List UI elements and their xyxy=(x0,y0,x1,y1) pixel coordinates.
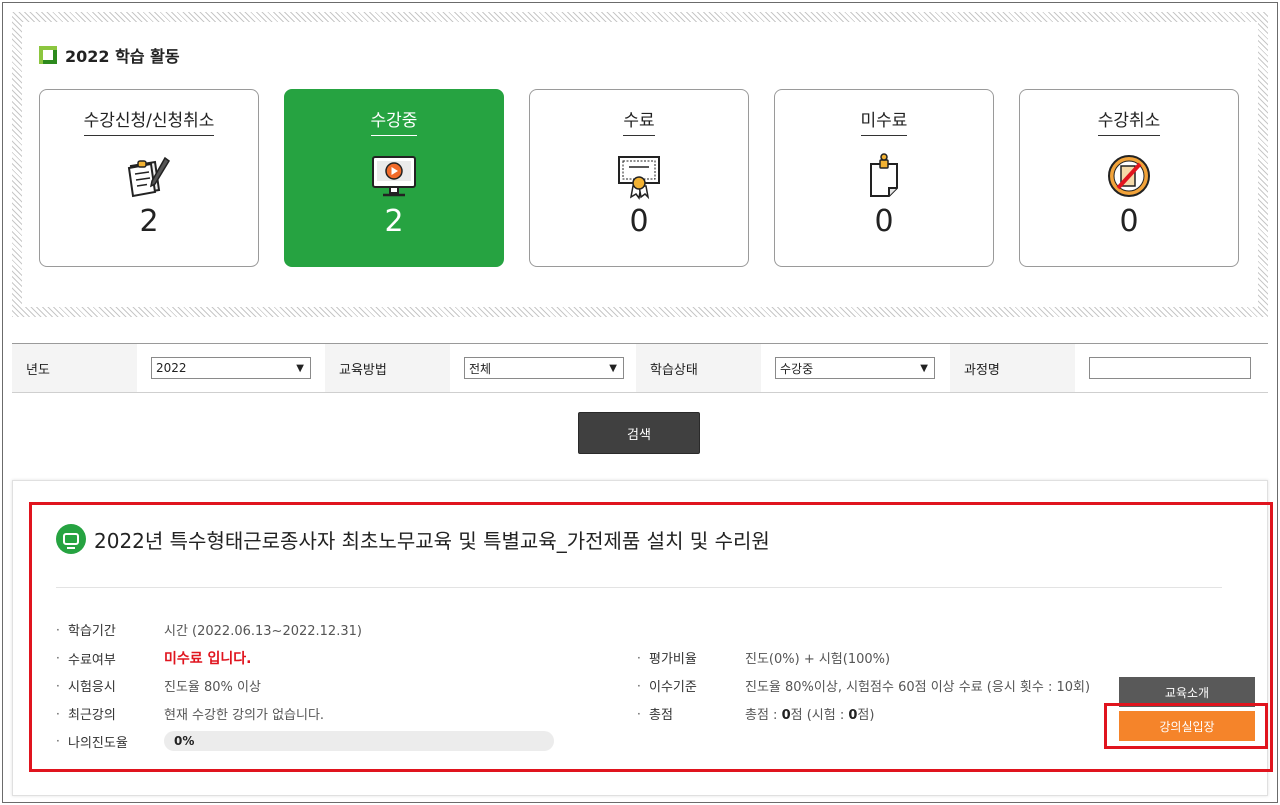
course-divider xyxy=(56,587,1222,588)
monitor-play-icon xyxy=(372,156,416,197)
bullet-icon: · xyxy=(56,706,60,721)
method-label: 교육방법 xyxy=(325,344,450,392)
chevron-down-icon: ▼ xyxy=(609,362,617,374)
completion-status: 미수료 입니다. xyxy=(164,651,252,667)
status-label: 학습상태 xyxy=(636,344,761,392)
learning-activity-inner: 2022 학습 활동 수강신청/신청취소 2 수강중 2 수료 0 미수료 0 … xyxy=(22,22,1258,307)
status-select[interactable]: 수강중 ▼ xyxy=(775,357,935,379)
course-name-input[interactable] xyxy=(1089,357,1251,379)
info-ratio: · 평가비율 진도(0%) + 시험(100%) xyxy=(637,648,891,668)
bullet-icon: · xyxy=(56,734,60,748)
card-in-progress[interactable]: 수강중 2 xyxy=(284,89,504,267)
info-label: 평가비율 xyxy=(649,652,697,667)
bullet-icon: · xyxy=(637,678,641,693)
info-total: · 총점 총점 : 0점 (시험 : 0점) xyxy=(637,704,874,724)
learning-activity-panel: 2022 학습 활동 수강신청/신청취소 2 수강중 2 수료 0 미수료 0 … xyxy=(12,12,1268,317)
info-recent: · 최근강의 현재 수강한 강의가 없습니다. xyxy=(56,704,325,724)
chevron-down-icon: ▼ xyxy=(920,362,928,374)
card-label: 수강취소 xyxy=(1097,106,1161,136)
total-suffix: 점) xyxy=(857,708,875,723)
activity-title-text: 2022 학습 활동 xyxy=(65,47,180,66)
card-completed[interactable]: 수료 0 xyxy=(529,89,749,267)
method-select[interactable]: 전체 ▼ xyxy=(464,357,624,379)
info-label: 나의진도율 xyxy=(68,735,128,751)
info-value: 시간 (2022.06.13~2022.12.31) xyxy=(164,624,362,639)
card-count: 0 xyxy=(629,204,649,239)
total-prefix: 총점 : xyxy=(745,708,782,723)
info-label: 시험응시 xyxy=(68,680,116,695)
monitor-icon xyxy=(56,524,86,554)
bullet-icon: · xyxy=(56,622,60,637)
bullet-icon: · xyxy=(637,706,641,721)
certificate-icon xyxy=(618,156,660,200)
info-value: 진도(0%) + 시험(100%) xyxy=(745,652,891,667)
card-label: 미수료 xyxy=(860,106,908,136)
bullet-icon: · xyxy=(56,651,60,665)
info-label: 이수기준 xyxy=(649,680,697,695)
search-button[interactable]: 검색 xyxy=(578,412,700,454)
cancel-book-icon xyxy=(1108,155,1150,197)
card-applied[interactable]: 수강신청/신청취소 2 xyxy=(39,89,259,267)
course-title: 2022년 특수형태근로종사자 최초노무교육 및 특별교육_가전제품 설치 및 … xyxy=(56,524,770,554)
info-value: 진도율 80%이상, 시험점수 60점 이상 수료 (응시 횟수 : 10회) xyxy=(745,680,1091,695)
year-label: 년도 xyxy=(12,344,137,392)
method-select-value: 전체 xyxy=(469,361,492,376)
activity-cards: 수강신청/신청취소 2 수강중 2 수료 0 미수료 0 수강취소 0 xyxy=(39,89,1239,267)
info-value: 총점 : 0점 (시험 : 0점) xyxy=(745,704,874,723)
activity-title: 2022 학습 활동 xyxy=(39,43,180,67)
progress-value: 0% xyxy=(174,734,195,748)
year-field: 2022 ▼ xyxy=(137,344,325,392)
enter-classroom-button[interactable]: 강의실입장 xyxy=(1119,711,1255,741)
card-label: 수강신청/신청취소 xyxy=(83,106,215,136)
card-count: 0 xyxy=(874,204,894,239)
status-select-value: 수강중 xyxy=(780,361,814,376)
card-label: 수료 xyxy=(623,106,655,136)
bullet-icon: · xyxy=(637,650,641,665)
total-score: 0 xyxy=(781,708,791,723)
info-label: 학습기간 xyxy=(68,624,116,639)
info-exam: · 시험응시 진도율 80% 이상 xyxy=(56,676,261,696)
year-select-value: 2022 xyxy=(156,361,187,375)
info-label: 수료여부 xyxy=(68,652,116,668)
status-field: 수강중 ▼ xyxy=(761,344,950,392)
progress-bar: 0% xyxy=(164,731,554,751)
card-count: 2 xyxy=(384,204,404,239)
info-value: 진도율 80% 이상 xyxy=(164,680,261,695)
card-count: 2 xyxy=(139,204,159,239)
info-progress: · 나의진도율 0% xyxy=(56,731,554,751)
info-period: · 학습기간 시간 (2022.06.13~2022.12.31) xyxy=(56,620,362,640)
course-title-text: 2022년 특수형태근로종사자 최초노무교육 및 특별교육_가전제품 설치 및 … xyxy=(94,528,770,553)
title-square-icon xyxy=(39,46,57,64)
search-filter: 년도 2022 ▼ 교육방법 전체 ▼ 학습상태 수강중 ▼ 과정명 xyxy=(12,343,1268,393)
total-mid: 점 (시험 : xyxy=(790,708,849,723)
course-name-label: 과정명 xyxy=(950,344,1075,392)
chevron-down-icon: ▼ xyxy=(296,362,304,374)
year-select[interactable]: 2022 ▼ xyxy=(151,357,311,379)
bullet-icon: · xyxy=(56,678,60,693)
info-completion: · 수료여부 미수료 입니다. xyxy=(56,648,251,668)
info-label: 총점 xyxy=(649,708,673,723)
pinned-note-icon xyxy=(870,153,898,197)
card-cancelled[interactable]: 수강취소 0 xyxy=(1019,89,1239,267)
info-criteria: · 이수기준 진도율 80%이상, 시험점수 60점 이상 수료 (응시 횟수 … xyxy=(637,676,1091,696)
info-value: 현재 수강한 강의가 없습니다. xyxy=(164,708,325,723)
card-not-completed[interactable]: 미수료 0 xyxy=(774,89,994,267)
info-label: 최근강의 xyxy=(68,708,116,723)
card-count: 0 xyxy=(1119,204,1139,239)
course-name-field xyxy=(1075,344,1268,392)
clipboard-pen-icon xyxy=(127,156,170,198)
card-label: 수강중 xyxy=(370,106,418,136)
method-field: 전체 ▼ xyxy=(450,344,636,392)
